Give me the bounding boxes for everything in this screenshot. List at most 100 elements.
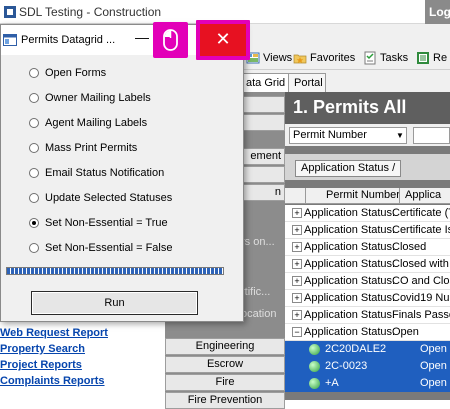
main-window-title: SDL Testing - Construction: [19, 5, 162, 19]
category-text: rs on...: [241, 236, 275, 248]
group-label: Application Status:: [304, 258, 396, 270]
table-row[interactable]: 2C-0023 Open: [285, 358, 450, 375]
group-label: Application Status:: [304, 292, 396, 304]
category-fire-prevention[interactable]: Fire Prevention: [165, 392, 285, 409]
category-fire[interactable]: Fire: [165, 374, 285, 391]
reports-label: Re: [433, 52, 448, 64]
category-engineering[interactable]: Engineering: [165, 338, 285, 355]
nav-link-web-request-report[interactable]: Web Request Report: [0, 327, 108, 339]
expand-icon[interactable]: +: [292, 259, 302, 269]
globe-icon: [309, 344, 320, 355]
expand-icon[interactable]: +: [292, 293, 302, 303]
radio-label: Mass Print Permits: [45, 142, 138, 154]
nav-link-complaints-reports[interactable]: Complaints Reports: [0, 375, 105, 387]
logout-button[interactable]: Log: [425, 0, 450, 24]
group-value: Closed with D: [392, 258, 450, 270]
minimize-button[interactable]: —: [135, 30, 149, 45]
radio-button[interactable]: [29, 118, 39, 128]
group-value: Closed: [392, 241, 427, 253]
views-label: Views: [263, 52, 293, 64]
group-by-label: Application Status: [301, 162, 390, 174]
app-icon: [4, 6, 16, 18]
nav-link-property-search[interactable]: Property Search: [0, 343, 85, 355]
permit-number-cell: +A: [325, 377, 339, 389]
mouse-icon: [163, 29, 178, 51]
progress-bar: [6, 267, 224, 275]
permits-grid: 1. Permits All Permit Number ▼ Applicati…: [285, 92, 450, 400]
radio-button[interactable]: [29, 218, 39, 228]
filter-input[interactable]: [413, 127, 450, 144]
group-label: Application Status:: [304, 309, 396, 321]
favorites-button[interactable]: Favorites: [293, 50, 355, 66]
radio-option[interactable]: Mass Print Permits: [29, 140, 137, 156]
close-button[interactable]: ✕: [200, 24, 246, 56]
group-value: Covid19 Num: [392, 292, 450, 304]
table-row[interactable]: 2C20DALE2 Open: [285, 341, 450, 358]
progress-bar-fill: [7, 268, 223, 274]
expand-icon[interactable]: +: [292, 225, 302, 235]
radio-label: Open Forms: [45, 67, 107, 79]
radio-option[interactable]: Set Non-Essential = True: [29, 215, 168, 231]
table-row[interactable]: +A Open: [285, 375, 450, 392]
sort-indicator-icon: /: [392, 162, 396, 174]
tasks-icon: [364, 51, 376, 65]
grid-title: 1. Permits All: [285, 92, 450, 124]
group-value: Open: [392, 326, 419, 338]
radio-button[interactable]: [29, 243, 39, 253]
reports-icon: [417, 52, 429, 64]
column-application[interactable]: Applica: [399, 188, 450, 204]
globe-icon: [309, 378, 320, 389]
tasks-button[interactable]: Tasks: [363, 50, 408, 66]
radio-label: Set Non-Essential = True: [45, 217, 168, 229]
group-value: CO and Close: [392, 275, 450, 287]
group-row[interactable]: +Application Status:CO and Close: [285, 273, 450, 290]
radio-button[interactable]: [29, 193, 39, 203]
group-row[interactable]: +Application Status:Closed with D: [285, 256, 450, 273]
radio-option[interactable]: Agent Mailing Labels: [29, 115, 147, 131]
close-button-highlight: ✕: [196, 20, 250, 60]
group-row[interactable]: +Application Status:Covid19 Num: [285, 290, 450, 307]
expand-icon[interactable]: +: [292, 208, 302, 218]
dialog-title: Permits Datagrid ...: [21, 34, 116, 46]
expand-icon[interactable]: +: [292, 310, 302, 320]
radio-button[interactable]: [29, 93, 39, 103]
group-by-chip[interactable]: Application Status /: [295, 160, 402, 177]
status-cell: Open: [420, 377, 447, 389]
chevron-down-icon: ▼: [396, 131, 404, 140]
group-row[interactable]: + Application Status: Certificate Is: [285, 222, 450, 239]
expand-icon[interactable]: +: [292, 276, 302, 286]
column-permit-number[interactable]: Permit Number: [305, 188, 399, 204]
expand-icon[interactable]: +: [292, 242, 302, 252]
window-icon: [3, 34, 17, 46]
radio-button[interactable]: [29, 143, 39, 153]
radio-option[interactable]: Set Non-Essential = False: [29, 240, 172, 256]
radio-option[interactable]: Open Forms: [29, 65, 106, 81]
views-button[interactable]: Views: [246, 50, 292, 66]
group-row[interactable]: − Application Status: Open: [285, 324, 450, 341]
group-row[interactable]: +Application Status:Finals Passed: [285, 307, 450, 324]
collapse-icon[interactable]: −: [292, 327, 302, 337]
category-escrow[interactable]: Escrow: [165, 356, 285, 373]
radio-button[interactable]: [29, 168, 39, 178]
group-row[interactable]: + Application Status: Closed: [285, 239, 450, 256]
group-row[interactable]: + Application Status: Certificate (T: [285, 205, 450, 222]
radio-option[interactable]: Email Status Notification: [29, 165, 164, 181]
radio-label: Update Selected Statuses: [45, 192, 173, 204]
radio-option[interactable]: Owner Mailing Labels: [29, 90, 151, 106]
group-by-area: Application Status /: [285, 154, 450, 180]
permits-datagrid-dialog: Permits Datagrid ... — Open Forms Owner M…: [0, 24, 244, 322]
radio-option[interactable]: Update Selected Statuses: [29, 190, 172, 206]
group-label: Application Status:: [304, 326, 396, 338]
reports-button[interactable]: Re: [416, 50, 447, 66]
tab-strip: ata Grid Portal: [220, 70, 450, 92]
group-label: Application Status:: [304, 275, 396, 287]
radio-button[interactable]: [29, 68, 39, 78]
grid-filter-bar: Permit Number ▼: [285, 124, 450, 146]
run-button[interactable]: Run: [31, 291, 198, 315]
filter-field-select[interactable]: Permit Number ▼: [289, 127, 407, 144]
favorites-label: Favorites: [310, 52, 356, 64]
radio-label: Owner Mailing Labels: [45, 92, 151, 104]
tab-portal[interactable]: Portal: [288, 73, 326, 92]
nav-link-project-reports[interactable]: Project Reports: [0, 359, 82, 371]
status-cell: Open: [420, 343, 447, 355]
